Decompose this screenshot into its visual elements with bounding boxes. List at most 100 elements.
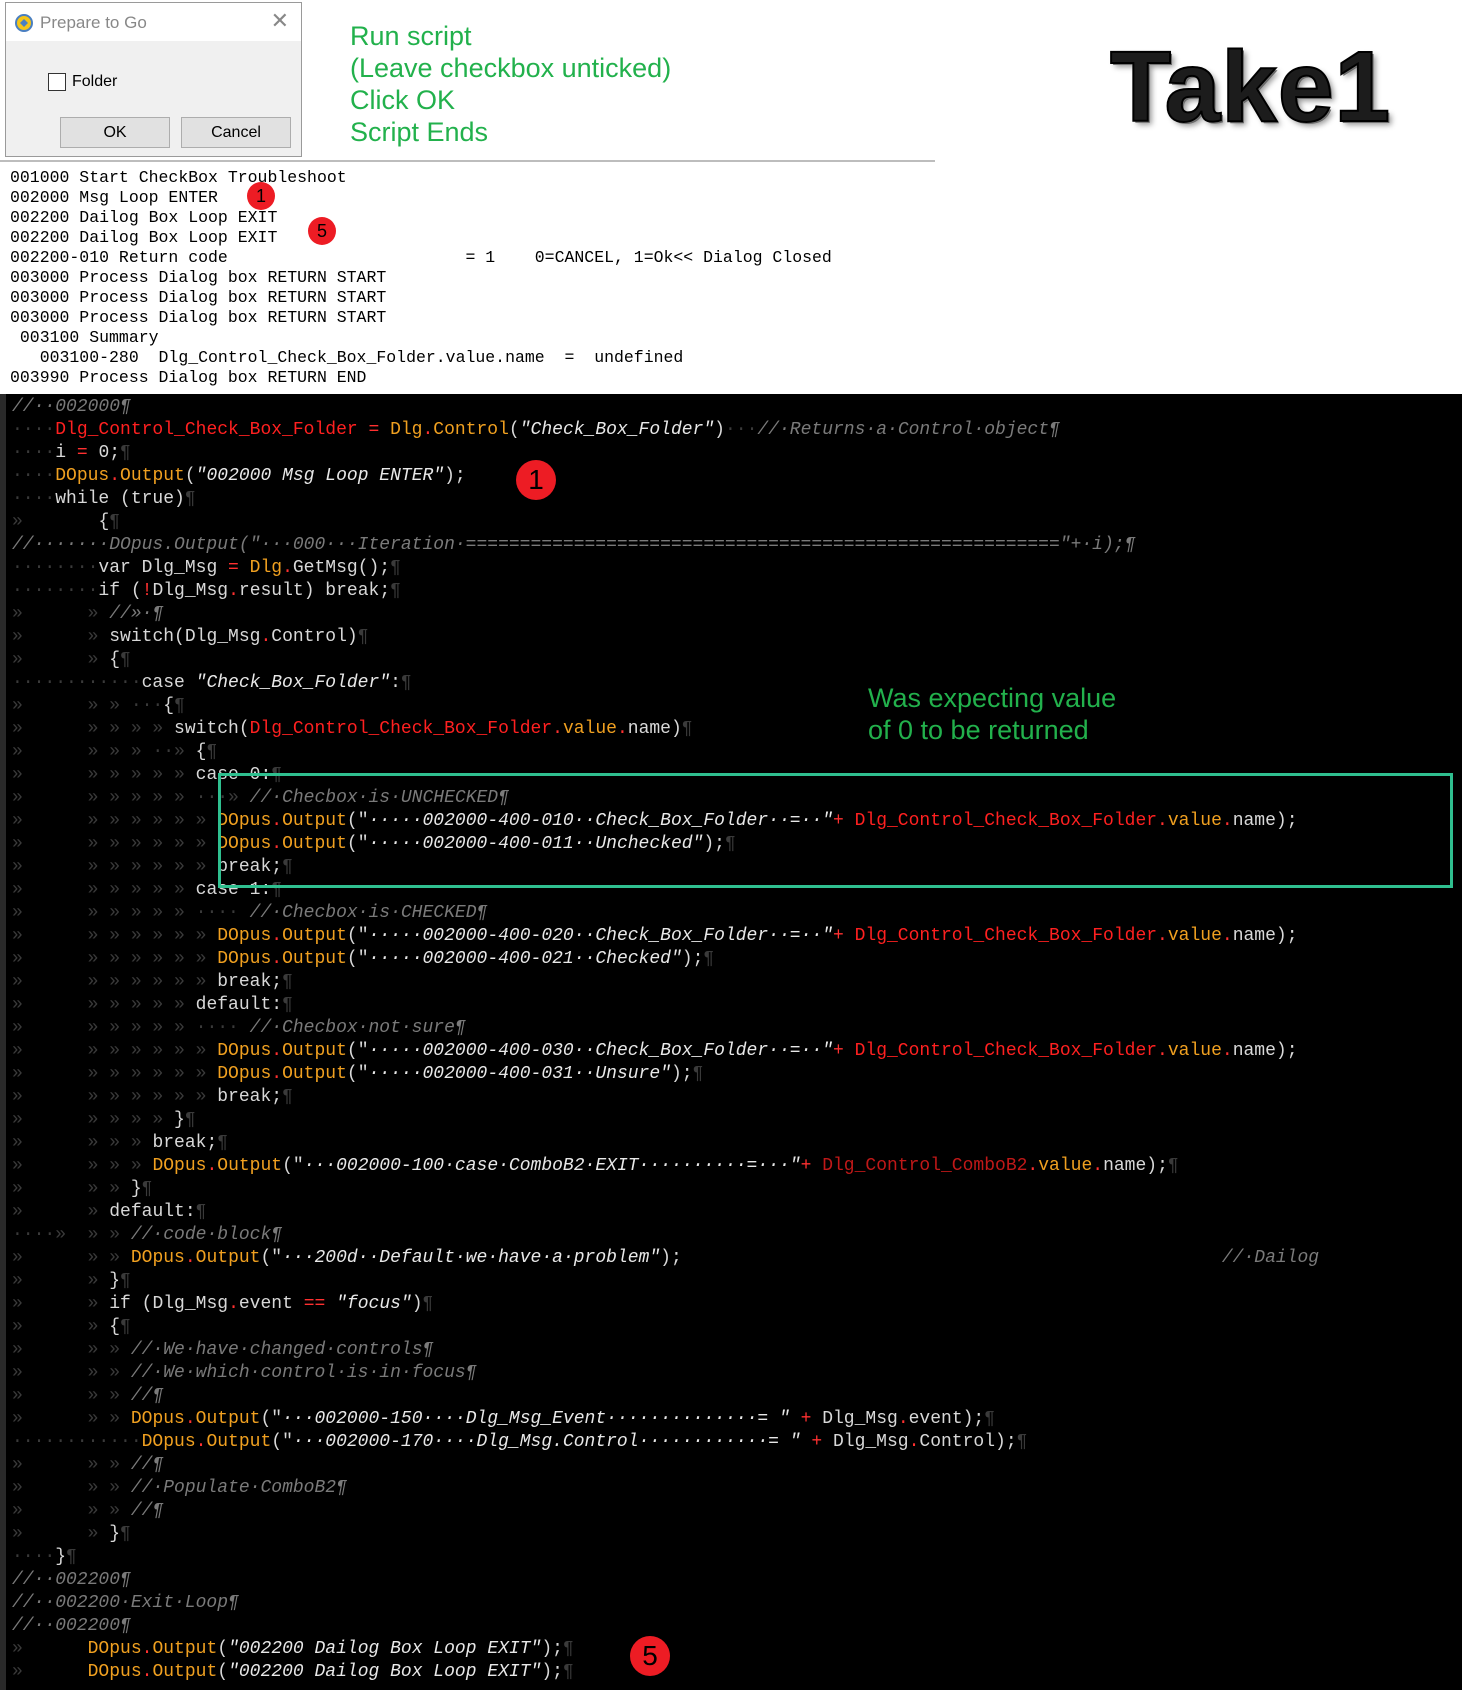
code-token: Dlg_Control_Check_Box_Folder [249, 719, 553, 739]
code-token: ···· [12, 420, 56, 440]
cancel-button[interactable]: Cancel [181, 117, 291, 148]
code-token: ) [411, 1294, 423, 1314]
code-token: ¶ [282, 1087, 293, 1107]
code-token: » » » [22, 1133, 153, 1153]
take-title: Take1 [1109, 30, 1392, 144]
marker-badge-1: 1 [247, 182, 275, 210]
code-line: » » » » » » » break;¶ [12, 1086, 293, 1109]
code-token: ¶ [562, 1662, 574, 1682]
code-line: » » » » ··» {¶ [12, 741, 217, 764]
code-token: ); [541, 1662, 563, 1682]
code-token: » [12, 1478, 23, 1498]
code-token: //·Checbox·not·sure¶ [249, 1018, 466, 1038]
code-token: ¶ [400, 673, 412, 693]
code-token: = [66, 443, 99, 463]
code-token: ); [541, 1639, 563, 1659]
code-token: Output [282, 926, 347, 946]
log-line: 002200 Dailog Box Loop EXIT [10, 208, 278, 227]
code-token: //¶ [130, 1386, 164, 1406]
code-line: » » » //¶ [12, 1385, 163, 1408]
code-token: » [12, 903, 23, 923]
code-token: //¶ [130, 1455, 164, 1475]
code-editor[interactable]: //··002000¶ ····Dlg_Control_Check_Box_Fol… [0, 394, 1462, 1690]
code-token: //·Dailog [1221, 1248, 1320, 1268]
code-line: » » » » » » ···· //·Checbox·is·CHECKED¶ [12, 902, 487, 925]
code-token: event); [908, 1409, 985, 1429]
code-line: //··002200·Exit·Loop¶ [12, 1592, 239, 1615]
code-line: » » » //¶ [12, 1454, 163, 1477]
code-token: » » » ··» [22, 742, 196, 762]
code-token: DOpus [152, 1156, 207, 1176]
code-token: var Dlg_Msg [98, 558, 218, 578]
code-token: result) break; [238, 581, 391, 601]
code-token: ···002000-150····Dlg_Msg_Event··········… [282, 1409, 790, 1429]
code-token: ···200d··Default·we·have·a·problem" [282, 1248, 661, 1268]
code-token: + [832, 926, 855, 946]
code-token: DOpus [87, 1662, 142, 1682]
code-token: Output [282, 1041, 347, 1061]
code-token: » » » » » [22, 995, 196, 1015]
code-token: . [271, 1041, 283, 1061]
folder-checkbox-label[interactable]: Folder [72, 73, 117, 91]
code-token: { [98, 512, 110, 532]
code-token: ! [141, 581, 153, 601]
code-token: ·····002000-400-011··Unchecked" [368, 834, 704, 854]
code-token: » [12, 719, 23, 739]
code-token: Output [217, 1156, 283, 1176]
code-line: » » » » break;¶ [12, 1132, 228, 1155]
code-token: » [12, 1524, 23, 1544]
code-token: case 1: [195, 880, 272, 900]
code-token: . [552, 719, 563, 739]
code-token: » [12, 834, 23, 854]
code-line: ····Dlg_Control_Check_Box_Folder = Dlg.C… [12, 419, 1060, 442]
code-line: » » » //·We·which·control·is·in·focus¶ [12, 1362, 477, 1385]
ok-button[interactable]: OK [60, 117, 170, 148]
instructions: Run script (Leave checkbox unticked) Cli… [350, 20, 671, 148]
code-token: . [109, 466, 121, 486]
code-line: » {¶ [12, 511, 120, 534]
code-token: ¶ [724, 834, 736, 854]
code-token: //··002200¶ [12, 1616, 131, 1636]
code-token: ¶ [390, 558, 401, 578]
code-token: » [22, 627, 110, 647]
code-line: » » » » » » » DOpus.Output("·····002000-… [12, 1063, 703, 1086]
code-token: = [357, 420, 391, 440]
code-line: » » » » » » ···· //·Checbox·not·sure¶ [12, 1017, 466, 1040]
code-token: break; [217, 1087, 283, 1107]
code-token: Output [282, 949, 347, 969]
close-icon[interactable]: ✕ [271, 10, 289, 32]
code-token: . [1221, 926, 1233, 946]
code-token: Dlg_Msg [822, 1409, 898, 1429]
code-token: . [228, 1294, 239, 1314]
code-token: » » » » » » [22, 1087, 218, 1107]
code-token: ); [660, 1248, 682, 1268]
code-token: . [271, 949, 283, 969]
code-line: ············case "Check_Box_Folder":¶ [12, 672, 412, 695]
code-token: ···· [12, 466, 56, 486]
log-line: 003100 Summary [10, 328, 159, 347]
code-token: DOpus [217, 811, 272, 831]
code-token: //··002200¶ [12, 1570, 131, 1590]
code-token: Output [152, 1639, 218, 1659]
marker-badge-1: 1 [516, 460, 556, 500]
code-token: (" [260, 1248, 283, 1268]
code-token: Dlg_Control_Check_Box_Folder [55, 420, 358, 440]
folder-checkbox[interactable] [48, 73, 66, 91]
code-token: . [271, 926, 283, 946]
code-token: + [800, 1432, 833, 1452]
code-line: //·······DOpus.Output("···000···Iteratio… [12, 534, 1135, 557]
code-token: value [1167, 926, 1222, 946]
code-token: . [271, 1064, 283, 1084]
code-token: » » » » » ···· [22, 1018, 250, 1038]
code-token: » » [22, 1478, 131, 1498]
code-token: » [12, 604, 23, 624]
dialog-title: Prepare to Go [40, 13, 147, 32]
code-token: "Check_Box_Folder" [195, 673, 391, 693]
code-token: . [228, 581, 239, 601]
code-token: { [195, 742, 207, 762]
code-line: ········var Dlg_Msg = Dlg.GetMsg();¶ [12, 557, 401, 580]
code-token: » [12, 1041, 23, 1061]
code-token: //·Returns·a·Control·object¶ [757, 420, 1060, 440]
code-token: » [12, 1363, 23, 1383]
